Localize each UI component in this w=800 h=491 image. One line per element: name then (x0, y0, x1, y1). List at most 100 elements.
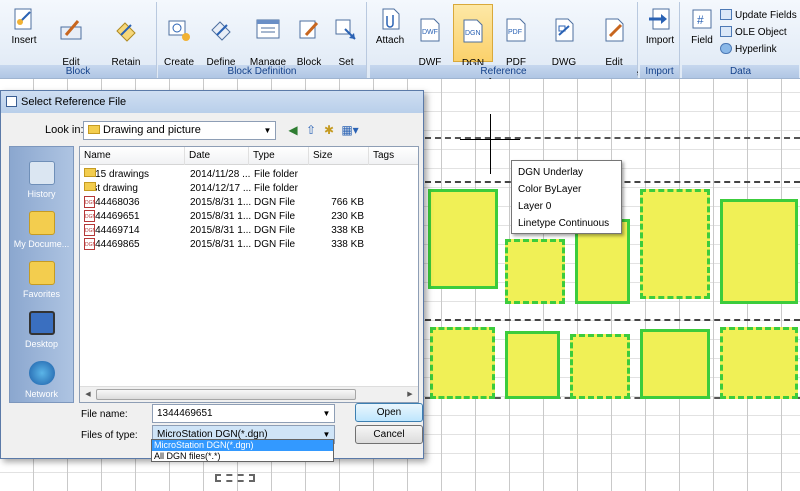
place-favorites-label: Favorites (22, 289, 60, 299)
desktop-monitor-icon (28, 311, 55, 335)
file-row[interactable]: DGN1344468036 2015/8/31 1...DGN File 766 K… (80, 196, 418, 210)
type-option-all-dgn[interactable]: All DGN files(*.*) (152, 451, 333, 462)
dialog-app-icon (6, 96, 17, 107)
look-in-label: Look in: (45, 124, 84, 136)
insert-block-icon (11, 6, 37, 32)
attach-label: Attach (375, 35, 405, 46)
set-base-point-button[interactable]: Set Base Point (327, 4, 365, 90)
column-header-type[interactable]: Type (248, 147, 308, 165)
dgn-underlay-button[interactable]: DGN DGN Underlay (453, 4, 494, 80)
file-row[interactable]: test drawing 2014/12/17 ... File folder (80, 182, 418, 196)
type-option-dgn[interactable]: MicroStation DGN(*.dgn) (152, 440, 333, 451)
place-favorites[interactable]: Favorites (10, 261, 73, 299)
pdf-underlay-button[interactable]: PDF PDF Underlay (496, 4, 536, 79)
file-name-cell: DGN1344469865 (84, 238, 184, 252)
block-editor-button[interactable]: Block Editor (292, 4, 326, 79)
file-row[interactable]: 2015 drawings 2014/11/28 ... File folder (80, 168, 418, 182)
import-button[interactable]: Import (642, 4, 678, 62)
file-date-cell-text: 2014/11/28 ... (190, 169, 251, 180)
file-type-cell: DGN File (254, 238, 310, 252)
panel-reference-label: Reference (370, 65, 637, 78)
column-header-size[interactable]: Size (308, 147, 368, 165)
update-fields-button[interactable]: Update Fields (720, 9, 797, 23)
attach-button[interactable]: Attach (372, 4, 408, 62)
drawing-room (640, 189, 710, 299)
tooltip-linetype: Linetype Continuous (518, 218, 610, 229)
column-header-tags[interactable]: Tags (368, 147, 418, 165)
place-history[interactable]: History (10, 161, 73, 199)
import-label: Import (645, 35, 675, 46)
field-button[interactable]: # Field (686, 4, 718, 62)
panel-block: Insert Edit Attributes ▾ Retain displayi… (0, 2, 157, 79)
file-type-cell-text: DGN File (254, 211, 296, 222)
place-network[interactable]: Network (10, 361, 73, 399)
file-date-cell-text: 2015/8/31 1... (190, 211, 252, 222)
file-type-cell-text: File folder (254, 183, 298, 194)
file-list-header: Name Date Type Size Tags (80, 147, 418, 165)
network-globe-icon (28, 361, 55, 385)
attach-icon (377, 6, 403, 32)
dwg-reference-button[interactable]: DWG Reference (539, 4, 589, 79)
column-header-date[interactable]: Date (184, 147, 248, 165)
edit-attributes-icon (58, 17, 84, 43)
panel-block-definition-label: Block Definition (158, 65, 366, 78)
place-desktop-label: Desktop (24, 339, 59, 349)
open-button[interactable]: Open (355, 403, 423, 422)
dwf-icon-text: DWF (422, 29, 438, 36)
ole-object-icon (720, 26, 732, 37)
crosshair-vertical (490, 114, 491, 174)
file-name-cell: DGN1344468036 (84, 196, 184, 210)
edit-reference-button[interactable]: Edit Reference (592, 4, 638, 79)
file-date-cell-text: 2015/8/31 1... (190, 239, 252, 250)
file-name-input[interactable]: 1344469651 ▼ (152, 404, 335, 423)
create-block-button[interactable]: Create Block ▾ (161, 4, 197, 79)
manage-attributes-button[interactable]: Manage Attributes (245, 4, 291, 79)
retain-displaying-button[interactable]: Retain displaying ▾ (98, 4, 154, 79)
up-folder-icon[interactable]: ⇧ (303, 122, 319, 138)
panel-block-label: Block (0, 65, 156, 78)
place-desktop[interactable]: Desktop (10, 311, 73, 349)
define-attribute-button[interactable]: Define Attribute (199, 4, 243, 79)
panel-import-label: Import (640, 65, 679, 78)
tooltip-layer: Layer 0 (518, 201, 552, 212)
set-base-point-icon (333, 17, 359, 43)
file-type-cell-text: DGN File (254, 239, 296, 250)
new-folder-icon[interactable]: ✱ (321, 122, 337, 138)
edit-attributes-button[interactable]: Edit Attributes ▾ (45, 4, 97, 79)
horizontal-scrollbar[interactable]: ◀ ▶ (80, 386, 418, 402)
ole-object-label: OLE Object (735, 27, 787, 38)
pdf-file-icon: PDF (503, 17, 529, 43)
column-header-name[interactable]: Name (80, 147, 184, 165)
file-name-label: File name: (81, 409, 128, 420)
svg-text:#: # (697, 13, 704, 27)
look-in-dropdown[interactable]: Drawing and picture ▼ (83, 121, 276, 140)
file-row[interactable]: DGN1344469865 2015/8/31 1...DGN File 338 K… (80, 238, 418, 252)
place-my-documents-label: My Docume... (13, 239, 70, 249)
back-icon[interactable]: ◀ (285, 122, 301, 138)
places-bar: History My Docume... Favorites Desktop N… (9, 146, 74, 403)
scroll-right-icon[interactable]: ▶ (402, 387, 418, 402)
hyperlink-button[interactable]: Hyperlink (720, 43, 777, 57)
file-date-cell: 2015/8/31 1... (190, 210, 252, 224)
edit-reference-icon (601, 17, 627, 43)
pdf-icon-text: PDF (508, 29, 522, 36)
scroll-left-icon[interactable]: ◀ (80, 387, 96, 402)
cancel-button[interactable]: Cancel (355, 425, 423, 444)
dwf-underlay-button[interactable]: DWF DWF Underlay (410, 4, 450, 79)
file-date-cell: 2014/12/17 ... (190, 182, 252, 196)
ribbon: Insert Edit Attributes ▾ Retain displayi… (0, 0, 800, 90)
dialog-titlebar[interactable]: Select Reference File (1, 91, 423, 113)
look-in-value: Drawing and picture (103, 124, 201, 136)
file-row[interactable]: DGN1344469714 2015/8/31 1...DGN File 338 K… (80, 224, 418, 238)
insert-label: Insert (11, 35, 37, 46)
insert-button[interactable]: Insert (4, 4, 44, 62)
ole-object-button[interactable]: OLE Object (720, 26, 787, 40)
scrollbar-thumb[interactable] (96, 389, 356, 400)
block-editor-icon (296, 17, 322, 43)
place-my-documents[interactable]: My Docume... (10, 211, 73, 249)
drawing-room (505, 331, 560, 399)
place-history-label: History (27, 189, 56, 199)
view-menu-icon[interactable]: ▦▾ (339, 122, 361, 138)
drawing-room (430, 327, 495, 399)
file-row[interactable]: DGN1344469651 2015/8/31 1...DGN File 230 K… (80, 210, 418, 224)
